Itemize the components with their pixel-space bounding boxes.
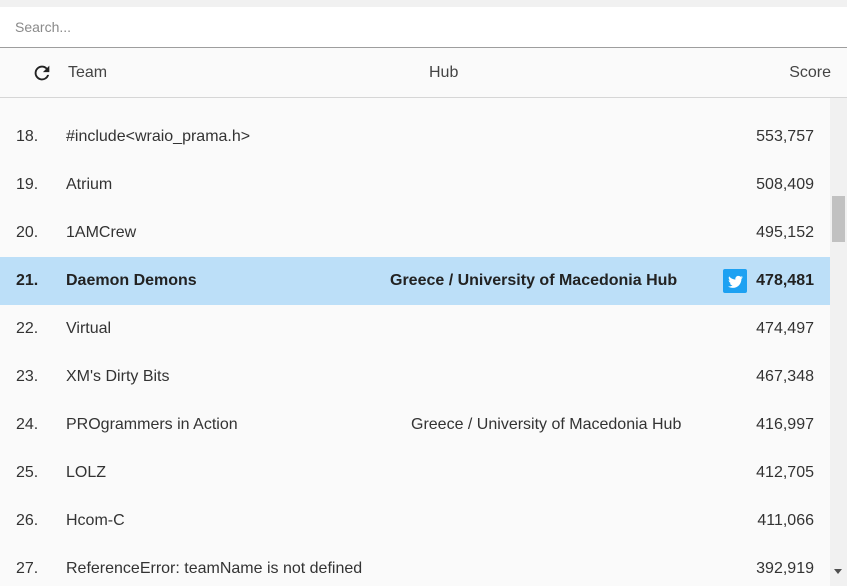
scroll-thumb[interactable] — [832, 196, 845, 242]
table-row[interactable]: 24. PROgrammers in Action Greece / Unive… — [0, 401, 830, 449]
rank: 21. — [16, 272, 39, 289]
team-name: 1AMCrew — [66, 224, 137, 241]
search-input[interactable] — [0, 7, 847, 47]
team-name: ReferenceError: teamName is not defined — [66, 560, 363, 577]
twitter-icon[interactable] — [723, 269, 747, 293]
score: 508,409 — [756, 176, 814, 193]
team-name: PROgrammers in Action — [66, 416, 238, 433]
score: 478,481 — [756, 272, 814, 289]
team-name: Daemon Demons — [66, 272, 197, 289]
team-name: XM's Dirty Bits — [66, 368, 170, 385]
table-header: Team Hub Score — [0, 48, 847, 98]
score: 412,705 — [756, 464, 814, 481]
leaderboard-rows: 18. #include<wraio_prama.h> 553,757 19. … — [0, 98, 830, 586]
score: 411,066 — [757, 512, 814, 529]
table-row[interactable]: 27. ReferenceError: teamName is not defi… — [0, 545, 830, 586]
table-row[interactable]: 26. Hcom-C 411,066 — [0, 497, 830, 545]
score: 467,348 — [756, 368, 814, 385]
team-name: Virtual — [66, 320, 112, 337]
rank: 20. — [16, 224, 39, 241]
rank: 22. — [16, 320, 39, 337]
rank: 25. — [16, 464, 39, 481]
refresh-icon[interactable] — [31, 62, 53, 84]
table-row[interactable]: 25. LOLZ 412,705 — [0, 449, 830, 497]
rank: 23. — [16, 368, 39, 385]
rank: 27. — [16, 560, 39, 577]
score: 495,152 — [756, 224, 814, 241]
team-name: LOLZ — [66, 464, 107, 481]
table-row-highlighted[interactable]: 21. Daemon Demons Greece / University of… — [0, 257, 830, 305]
scroll-down-arrow-icon[interactable] — [834, 569, 842, 574]
rank: 24. — [16, 416, 39, 433]
header-score[interactable]: Score — [789, 64, 831, 82]
table-row[interactable]: 23. XM's Dirty Bits 467,348 — [0, 353, 830, 401]
hub-name: Greece / University of Macedonia Hub — [390, 272, 678, 289]
hub-name: Greece / University of Macedonia Hub — [411, 416, 682, 433]
score: 416,997 — [756, 416, 814, 433]
rank: 18. — [16, 128, 39, 145]
table-row[interactable]: 18. #include<wraio_prama.h> 553,757 — [0, 113, 830, 161]
team-name: Atrium — [66, 176, 113, 193]
score: 553,757 — [756, 128, 814, 145]
table-row[interactable]: 22. Virtual 474,497 — [0, 305, 830, 353]
rank: 19. — [16, 176, 39, 193]
score: 474,497 — [756, 320, 814, 337]
score: 392,919 — [756, 560, 814, 577]
search-bar — [0, 0, 847, 48]
header-hub[interactable]: Hub — [429, 64, 458, 82]
scrollbar[interactable] — [830, 98, 847, 586]
team-name: Hcom-C — [66, 512, 125, 529]
header-team[interactable]: Team — [68, 64, 107, 82]
table-row[interactable]: 19. Atrium 508,409 — [0, 161, 830, 209]
rank: 26. — [16, 512, 39, 529]
table-row[interactable]: 20. 1AMCrew 495,152 — [0, 209, 830, 257]
team-name: #include<wraio_prama.h> — [66, 128, 251, 145]
